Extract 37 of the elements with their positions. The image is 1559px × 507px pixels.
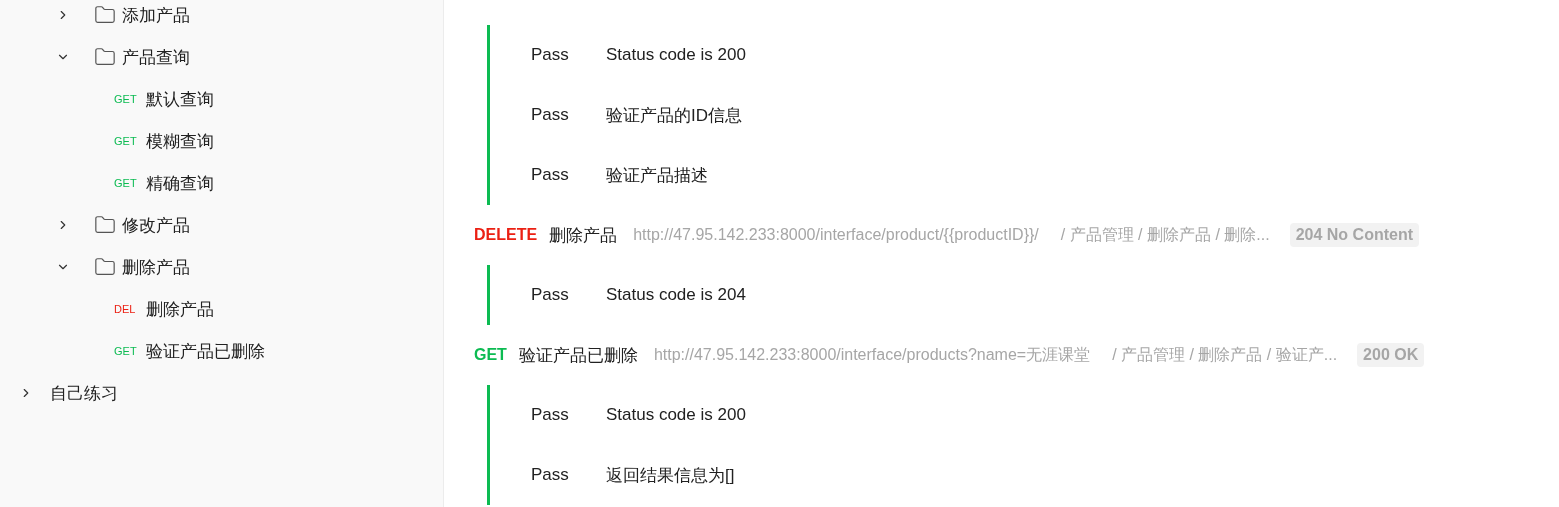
method-label: GET [114, 135, 138, 147]
response-status: 200 OK [1357, 343, 1425, 367]
test-name: 返回结果信息为[] [606, 464, 735, 487]
test-status: Pass [531, 465, 570, 485]
folder-name[interactable]: 产品查询 [122, 45, 190, 69]
breadcrumb-path: / 产品管理 / 删除产品 / 删除... [1060, 224, 1270, 245]
test-name: 验证产品描述 [606, 164, 708, 187]
method-label: GET [114, 93, 138, 105]
folder-name[interactable]: 自己练习 [50, 381, 118, 405]
request-url: http://47.95.142.233:8000/interface/product/{{productID}}/ [633, 226, 1039, 244]
test-status: Pass [531, 285, 570, 305]
request-name[interactable]: 删除产品 [549, 223, 618, 247]
test-status: Pass [531, 405, 570, 425]
test-status: Pass [531, 105, 570, 125]
breadcrumb-path: / 产品管理 / 删除产品 / 验证产... [1112, 344, 1338, 365]
request-name[interactable]: 验证产品已删除 [518, 343, 638, 367]
request-name[interactable]: 验证产品已删除 [146, 339, 265, 363]
method-label: GET [474, 346, 507, 364]
method-label: DELETE [474, 226, 538, 244]
test-name: Status code is 200 [606, 45, 746, 65]
method-label: GET [114, 177, 138, 189]
test-name: Status code is 204 [606, 285, 746, 305]
request-name[interactable]: 模糊查询 [146, 129, 214, 153]
method-label: DEL [114, 303, 137, 315]
test-name: 验证产品的ID信息 [606, 104, 742, 127]
test-name: Status code is 200 [606, 405, 746, 425]
folder-name[interactable]: 修改产品 [122, 213, 190, 237]
request-name[interactable]: 默认查询 [146, 87, 214, 111]
test-status: Pass [531, 165, 570, 185]
request-url: http://47.95.142.233:8000/interface/products?name=无涯课堂 [653, 344, 1091, 365]
test-status: Pass [531, 45, 570, 65]
response-status: 204 No Content [1289, 223, 1419, 247]
request-name[interactable]: 精确查询 [146, 171, 214, 195]
folder-name[interactable]: 添加产品 [122, 3, 190, 27]
method-label: GET [114, 345, 138, 357]
request-name[interactable]: 删除产品 [146, 297, 214, 321]
folder-name[interactable]: 删除产品 [122, 255, 190, 279]
